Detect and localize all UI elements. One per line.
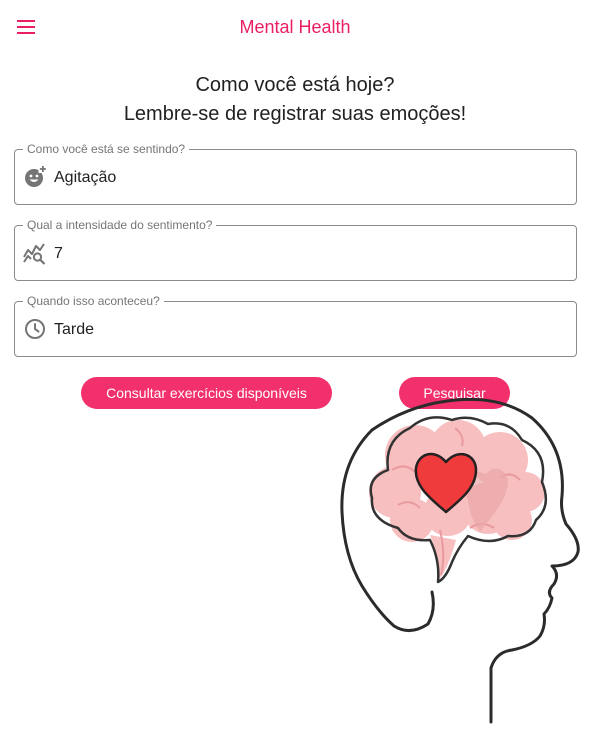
- intensity-value: 7: [54, 245, 63, 262]
- query-stats-icon: [23, 243, 46, 265]
- heading-reminder: Lembre-se de registrar suas emoções!: [123, 103, 467, 125]
- head-brain-heart-illustration: [340, 398, 580, 724]
- top-app-bar: Mental Health: [0, 0, 590, 56]
- intensity-field[interactable]: Qual a intensidade do sentimento? 7: [14, 217, 577, 281]
- mental-health-screen: Mental Health Como você está hoje? Lembr…: [0, 0, 590, 750]
- feeling-field-label: Como você está se sentindo?: [23, 141, 190, 157]
- when-field[interactable]: Quando isso aconteceu? Tarde: [14, 293, 577, 357]
- add-reaction-icon: [25, 165, 47, 187]
- heading-question: Como você está hoje?: [195, 74, 395, 96]
- feeling-value: Agitação: [54, 169, 117, 186]
- intensity-field-label: Qual a intensidade do sentimento?: [23, 217, 217, 233]
- when-field-label: Quando isso aconteceu?: [23, 293, 164, 309]
- consult-exercises-button[interactable]: Consultar exercícios disponíveis: [81, 377, 332, 409]
- clock-icon: [25, 319, 45, 339]
- app-title: Mental Health: [239, 17, 351, 37]
- page-heading: Como você está hoje? Lembre-se de regist…: [0, 71, 590, 129]
- feeling-field[interactable]: Como você está se sentindo? Agitação: [14, 141, 577, 205]
- when-value: Tarde: [54, 321, 95, 338]
